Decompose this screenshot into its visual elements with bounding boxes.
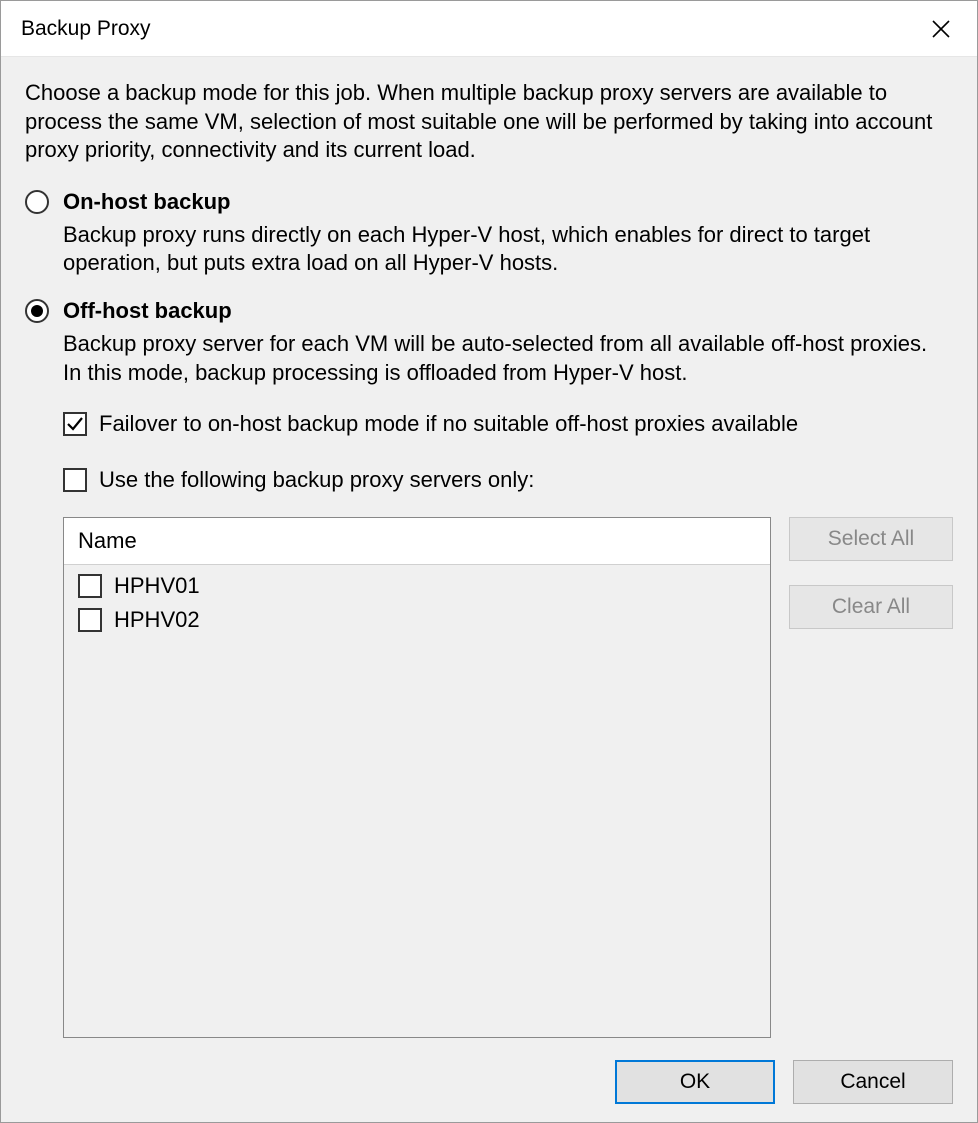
radio-label: On-host backup bbox=[63, 189, 230, 215]
checkbox-box bbox=[78, 608, 102, 632]
radio-indicator bbox=[25, 190, 49, 214]
dialog-window: Backup Proxy Choose a backup mode for th… bbox=[0, 0, 978, 1123]
proxy-listbox[interactable]: Name HPHV01 HPHV02 bbox=[63, 517, 771, 1038]
side-buttons: Select All Clear All bbox=[789, 517, 953, 1038]
intro-text: Choose a backup mode for this job. When … bbox=[25, 79, 953, 165]
off-host-description: Backup proxy server for each VM will be … bbox=[63, 330, 941, 387]
clear-all-button[interactable]: Clear All bbox=[789, 585, 953, 629]
checkbox-failover[interactable]: Failover to on-host backup mode if no su… bbox=[63, 411, 953, 437]
list-header-name[interactable]: Name bbox=[64, 518, 770, 565]
titlebar: Backup Proxy bbox=[1, 1, 977, 57]
checkbox-box bbox=[63, 468, 87, 492]
radio-off-host[interactable]: Off-host backup bbox=[25, 298, 953, 324]
select-all-button[interactable]: Select All bbox=[789, 517, 953, 561]
dialog-footer: OK Cancel bbox=[25, 1060, 953, 1104]
list-item[interactable]: HPHV01 bbox=[64, 569, 770, 603]
checkbox-box bbox=[63, 412, 87, 436]
radio-on-host[interactable]: On-host backup bbox=[25, 189, 953, 215]
checkbox-box bbox=[78, 574, 102, 598]
close-button[interactable] bbox=[919, 7, 963, 51]
proxy-section: Name HPHV01 HPHV02 bbox=[63, 517, 953, 1038]
close-icon bbox=[931, 19, 951, 39]
checkmark-icon bbox=[66, 415, 84, 433]
on-host-description: Backup proxy runs directly on each Hyper… bbox=[63, 221, 941, 278]
checkbox-label: Failover to on-host backup mode if no su… bbox=[99, 411, 798, 437]
list-item[interactable]: HPHV02 bbox=[64, 603, 770, 637]
list-item-label: HPHV01 bbox=[114, 573, 200, 599]
list-body: HPHV01 HPHV02 bbox=[64, 565, 770, 1037]
checkbox-label: Use the following backup proxy servers o… bbox=[99, 467, 534, 493]
checkbox-use-only[interactable]: Use the following backup proxy servers o… bbox=[63, 467, 953, 493]
list-item-label: HPHV02 bbox=[114, 607, 200, 633]
ok-button[interactable]: OK bbox=[615, 1060, 775, 1104]
dialog-title: Backup Proxy bbox=[21, 17, 919, 41]
radio-label: Off-host backup bbox=[63, 298, 232, 324]
dialog-body: Choose a backup mode for this job. When … bbox=[1, 57, 977, 1122]
cancel-button[interactable]: Cancel bbox=[793, 1060, 953, 1104]
radio-indicator bbox=[25, 299, 49, 323]
